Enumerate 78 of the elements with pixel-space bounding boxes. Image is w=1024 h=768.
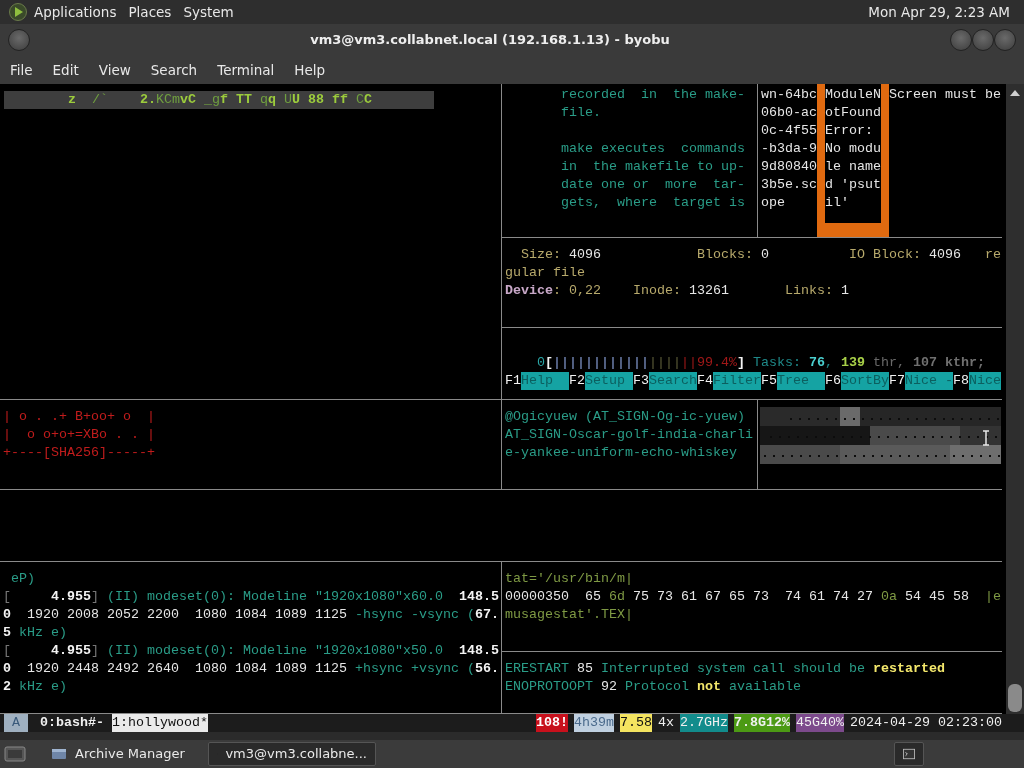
panel-menu[interactable]: System [177,1,240,23]
terminal-line: musagestat'.TEX| [505,606,634,624]
taskbar-button[interactable]: vm3@vm3.collabne... [208,742,376,766]
show-desktop-icon[interactable] [4,744,26,764]
session-indicator: A [4,714,28,732]
terminal-line: file. [561,104,602,122]
status-indicator: 2.7GHz [680,714,729,732]
terminal-line: Device: 0,22 Inode: 13261 Links: 1 [505,282,850,300]
terminal-line: in the makefile to up- [561,158,746,176]
terminal-line: date one or more tar- [561,176,746,194]
terminal-line: eP) [10,570,36,588]
terminal-line: ERESTART 85 Interrupted system call should be restarted [505,660,946,678]
terminal-line: Size: 4096 Blocks: 0 IO Block: 4096 re [520,246,999,264]
terminal-line: 0[||||||||||||||||||99.4%] Tasks: 76, 139 thr, 107 kthr; [536,354,986,372]
window-menu-button[interactable] [8,29,30,51]
terminal-line: AT_SIGN-Oscar-golf-india-charli [505,426,754,444]
status-indicator: 4h39m [574,714,615,732]
archive-icon [51,746,67,762]
status-indicator: 2024-04-29 02:23:00 [850,714,1002,732]
clock: Mon Apr 29, 2:23 AM [867,2,1011,22]
terminal-line: 00000350 65 6d 75 73 61 67 65 73 74 61 74 27 0a 54 45 58 |e [505,588,999,606]
terminal-line: +----[SHA256]-----+ [3,444,156,462]
terminal-line: il' [825,194,850,212]
menu-item[interactable]: File [0,59,43,81]
terminal-line: -b3da-9 [761,140,817,158]
maximize-button[interactable] [972,29,994,51]
terminal-line: 06b0-ac [761,104,817,122]
close-button[interactable] [994,29,1016,51]
menu-item[interactable]: Edit [42,59,89,81]
terminal-line: 0 1920 2008 2052 2200 1080 1084 1089 1125 -hsync -vsync (67. [3,606,498,624]
terminal-line: 3b5e.sc [761,176,817,194]
minimize-button[interactable] [950,29,972,51]
terminal-icon [903,748,915,760]
terminal-line: recorded in the make- [561,86,746,104]
menu-item[interactable]: View [88,59,141,81]
terminal-line: ope [761,194,786,212]
window-tab[interactable]: 0:bash#- [40,714,104,732]
status-indicator: 108! [536,714,569,732]
status-indicator: 7.58 [620,714,653,732]
status-indicator: 7.8G12% [734,714,791,732]
terminal-line: 0c-4f55 [761,122,817,140]
terminal-line: | o . .+ B+oo+ o | [3,408,156,426]
terminal-line: ModuleN [825,86,881,104]
terminal-line: le name [825,158,881,176]
menu-item[interactable]: Terminal [207,59,285,81]
status-indicator: 45G40% [796,714,845,732]
terminal-line: gets, where target is [561,194,746,212]
terminal-line: Error: [825,122,874,140]
terminal-line: 5 kHz e) [3,624,68,642]
terminal-line: gular file [505,264,586,282]
terminal-line: make executes commands [561,140,746,158]
terminal-line: [ 4.955] (II) modeset(0): Modeline "1920x1080"x60.0 148.5 [3,588,498,606]
panel-menu[interactable]: Applications [28,1,123,23]
panel-menu[interactable]: Places [122,1,178,23]
window-title: vm3@vm3.collabnet.local (192.168.1.13) - byobu [309,31,671,50]
status-indicator: 4x [658,714,675,732]
terminal-line: wn-64bc [761,86,817,104]
scrollbar[interactable] [1006,84,1024,714]
terminal-line: 9d80840 [761,158,817,176]
terminal-line: ENOPROTOOPT 92 Protocol not available [505,678,802,696]
terminal-line: No modu [825,140,881,158]
terminal-line: otFound [825,104,881,122]
menu-item[interactable]: Search [140,59,208,81]
terminal-line: Screen must be [889,86,1001,104]
terminal-line: @Ogicyuew (AT_SIGN-Og-ic-yuew) [505,408,746,426]
terminal-line: [ 4.955] (II) modeset(0): Modeline "1920x1080"x50.0 148.5 [3,642,498,660]
terminal-line: | o o+o+=XBo . . | [3,426,156,444]
terminal-line: d 'psut [825,176,881,194]
taskbar-button[interactable]: Archive Manager [42,742,204,766]
terminal-line: e-yankee-uniform-echo-whiskey [505,444,738,462]
terminal-line: 2 kHz e) [3,678,68,696]
terminal-line: 0 1920 2448 2492 2640 1080 1084 1089 1125 +hsync +vsync (56. [3,660,498,678]
text-cursor-icon [982,430,990,446]
menu-item[interactable]: Help [284,59,336,81]
window-tab[interactable]: 1:hollywood* [112,714,208,732]
app-menu-icon[interactable] [8,2,28,22]
workspace-button[interactable] [894,742,924,766]
terminal-line: tat='/usr/bin/m| [505,570,634,588]
